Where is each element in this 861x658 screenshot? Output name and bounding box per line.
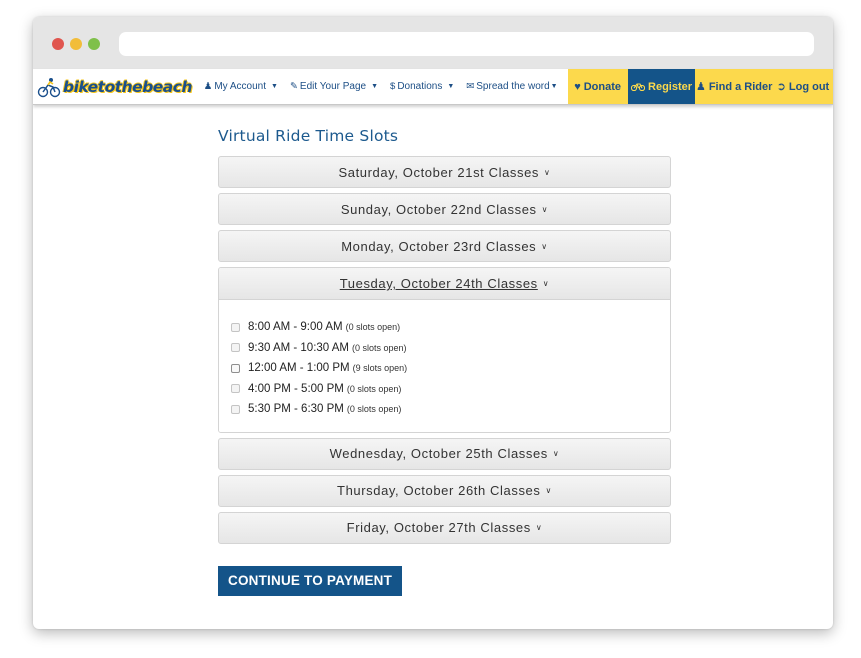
day-label: Tuesday, October 24th Classes: [339, 276, 538, 291]
day-accordion-saturday[interactable]: Saturday, October 21st Classes ∨: [218, 156, 671, 188]
day-accordion-monday[interactable]: Monday, October 23rd Classes ∨: [218, 230, 671, 262]
slot-time: 12:00 AM - 1:00 PM: [248, 362, 350, 375]
heart-icon: ♥: [574, 80, 581, 93]
chevron-down-icon: ∨: [541, 241, 548, 251]
site-logo[interactable]: biketothebeach: [33, 69, 198, 104]
day-accordion-friday[interactable]: Friday, October 27th Classes ∨: [218, 511, 671, 544]
main-content: Virtual Ride Time Slots Saturday, Octobe…: [218, 127, 672, 596]
caret-down-icon: ▼: [371, 83, 379, 90]
chevron-down-icon: ∨: [545, 486, 552, 495]
slot-availability: (0 slots open): [346, 404, 402, 415]
caret-down-icon: ▼: [447, 83, 455, 90]
slot-checkbox[interactable]: [231, 343, 240, 353]
slot-time: 4:00 PM - 5:00 PM: [248, 382, 344, 395]
user-icon: ♟: [695, 81, 706, 93]
day-accordion-tuesday[interactable]: Tuesday, October 24th Classes ∨: [219, 268, 670, 300]
day-accordion-thursday[interactable]: Thursday, October 26th Classes ∨: [218, 474, 671, 507]
slot-availability: (9 slots open): [352, 363, 408, 374]
chevron-down-icon: ∨: [535, 523, 543, 532]
slot-availability: (0 slots open): [346, 383, 402, 394]
time-slot: 4:00 PM - 5:00 PM (0 slots open): [231, 379, 670, 400]
bicycle-icon: [631, 82, 646, 91]
browser-window: biketothebeach ♟ My Account ▼ ✎ Edit You…: [33, 17, 833, 629]
chevron-down-icon: ∨: [542, 279, 550, 288]
nav-my-account[interactable]: ♟ My Account ▼: [198, 69, 284, 104]
close-window-dot[interactable]: [52, 38, 64, 50]
cyclist-logo-icon: [37, 77, 61, 97]
chevron-down-icon: ∨: [544, 167, 551, 177]
slot-time: 8:00 AM - 9:00 AM: [248, 321, 343, 334]
time-slot: 5:30 PM - 6:30 PM (0 slots open): [231, 399, 670, 420]
day-label: Saturday, October 21st Classes: [338, 164, 540, 180]
time-slot: 12:00 AM - 1:00 PM (9 slots open): [231, 358, 670, 379]
day-label: Wednesday, October 25th Classes: [329, 446, 548, 461]
slot-checkbox[interactable]: [231, 322, 240, 332]
donate-button[interactable]: ♥ Donate: [567, 69, 628, 104]
time-slot-list: 8:00 AM - 9:00 AM (0 slots open) 9:30 AM…: [219, 300, 670, 432]
nav-donations-label: Donations: [397, 81, 443, 92]
time-slot: 9:30 AM - 10:30 AM (0 slots open): [231, 338, 670, 359]
day-accordion-wednesday[interactable]: Wednesday, October 25th Classes ∨: [218, 437, 671, 470]
chevron-down-icon: ∨: [541, 204, 549, 214]
slot-checkbox[interactable]: [231, 384, 240, 394]
register-label: Register: [648, 80, 693, 93]
register-button[interactable]: Register: [627, 69, 696, 104]
page-title: Virtual Ride Time Slots: [218, 127, 399, 145]
chevron-down-icon: ∨: [552, 449, 560, 458]
find-rider-button[interactable]: ♟ Find a Rider: [695, 69, 773, 104]
envelope-icon: ✉: [466, 81, 475, 92]
edit-icon: ✎: [289, 81, 298, 92]
slot-checkbox[interactable]: [231, 363, 240, 373]
user-icon: ♟: [203, 81, 213, 92]
nav-spread-word-label: Spread the word: [476, 81, 550, 92]
day-label: Sunday, October 22nd Classes: [340, 201, 537, 217]
log-out-label: Log out: [788, 80, 830, 93]
day-accordion-sunday[interactable]: Sunday, October 22nd Classes ∨: [218, 193, 671, 225]
nav-spread-word[interactable]: ✉ Spread the word ▼: [460, 69, 563, 104]
continue-to-payment-button[interactable]: CONTINUE TO PAYMENT: [218, 565, 403, 596]
day-label: Thursday, October 26th Classes: [337, 483, 541, 498]
log-out-button[interactable]: ➲ Log out: [772, 69, 833, 104]
day-label: Monday, October 23rd Classes: [341, 238, 537, 254]
day-label: Friday, October 27th Classes: [346, 520, 531, 535]
nav-my-account-label: My Account: [214, 81, 267, 92]
address-bar[interactable]: [119, 32, 814, 56]
site-navbar: biketothebeach ♟ My Account ▼ ✎ Edit You…: [33, 69, 833, 105]
nav-donations[interactable]: $ Donations ▼: [384, 69, 460, 104]
caret-down-icon: ▼: [271, 83, 278, 90]
slot-availability: (0 slots open): [352, 342, 407, 353]
sign-out-icon: ➲: [776, 81, 786, 93]
find-rider-label: Find a Rider: [708, 80, 773, 93]
day-accordion-tuesday-expanded: Tuesday, October 24th Classes ∨ 8:00 AM …: [218, 267, 671, 433]
nav-edit-page-label: Edit Your Page: [299, 81, 367, 92]
maximize-window-dot[interactable]: [88, 38, 100, 50]
slot-checkbox[interactable]: [231, 404, 240, 414]
slot-time: 5:30 PM - 6:30 PM: [248, 403, 344, 416]
browser-chrome: [33, 17, 833, 69]
time-slot: 8:00 AM - 9:00 AM (0 slots open): [231, 317, 670, 338]
slot-availability: (0 slots open): [345, 322, 401, 333]
logo-wordmark: biketothebeach: [63, 77, 192, 96]
donate-label: Donate: [583, 80, 622, 93]
caret-down-icon: ▼: [550, 83, 558, 90]
nav-edit-page[interactable]: ✎ Edit Your Page ▼: [284, 69, 384, 104]
dollar-icon: $: [390, 81, 396, 92]
slot-time: 9:30 AM - 10:30 AM: [248, 341, 350, 354]
minimize-window-dot[interactable]: [70, 38, 82, 50]
